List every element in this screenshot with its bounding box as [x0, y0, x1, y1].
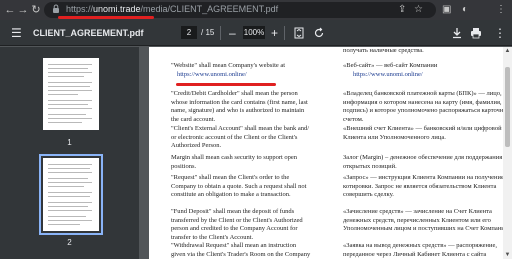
- zoom-in-button[interactable]: +: [271, 26, 278, 40]
- bookmark-star-icon[interactable]: ☆: [414, 3, 423, 17]
- fit-page-icon[interactable]: [293, 27, 305, 39]
- browser-address-bar: ← → ↻ https://unomi.trade/media/CLIENT_A…: [0, 0, 512, 20]
- page-thumbnail-number: 1: [67, 138, 72, 147]
- scroll-up-arrow-icon[interactable]: ▲: [503, 47, 512, 55]
- zoom-level-input[interactable]: 100%: [243, 26, 265, 39]
- definition-cardholder: "Credit/Debit Cardholder" shall mean the…: [171, 90, 308, 123]
- definition-fund-deposit: "Fund Deposit" shall mean the deposit of…: [171, 208, 303, 241]
- page-thumbnail-1[interactable]: [43, 58, 99, 130]
- forward-arrow-icon[interactable]: →: [17, 3, 29, 17]
- ru-website-link[interactable]: https://www.unomi.online/: [353, 71, 423, 80]
- scrollbar-thumb[interactable]: [505, 67, 510, 147]
- ru-definition-website: «Веб-сайт» — веб-сайт Компании: [343, 62, 438, 69]
- url-scheme: https://: [66, 4, 94, 14]
- ru-definition-fund-deposit: «Зачисление средств» — зачисление на Сче…: [343, 208, 510, 233]
- profile-icon[interactable]: ◐: [462, 3, 468, 17]
- download-icon[interactable]: [451, 27, 463, 39]
- definition-external-account: "Client's External Account" shall mean t…: [171, 125, 310, 150]
- definition-withdrawal-request: "Withdrawal Request" shall mean an instr…: [171, 242, 311, 258]
- page-count: / 15: [201, 28, 215, 37]
- url-path: /media/CLIENT_AGREEMENT.pdf: [140, 4, 279, 14]
- url-host: unomi.trade: [93, 4, 141, 14]
- pdf-toolbar: ☰ CLIENT_AGREEMENT.pdf 2 / 15 – 100% + ⋮: [0, 20, 512, 46]
- ru-definition-cardholder: «Владелец банковской платежной карты (БП…: [343, 90, 512, 123]
- ru-cash-line: получать наличные средства.: [343, 47, 424, 54]
- definition-website: "Website" shall mean Company's website a…: [171, 62, 286, 69]
- print-icon[interactable]: [470, 27, 482, 39]
- scroll-down-arrow-icon[interactable]: ▼: [503, 251, 512, 259]
- extensions-icon[interactable]: ▣: [442, 3, 451, 17]
- browser-menu-icon[interactable]: ⋮: [496, 3, 506, 17]
- share-icon[interactable]: ⇪: [398, 3, 406, 17]
- reload-icon[interactable]: ↻: [30, 3, 42, 17]
- definition-request: "Request" shall mean the Client's order …: [171, 174, 307, 199]
- url-highlight-underline: [58, 16, 154, 19]
- url-text[interactable]: https://unomi.trade/media/CLIENT_AGREEME…: [66, 3, 278, 15]
- document-title: CLIENT_AGREEMENT.pdf: [33, 28, 144, 38]
- ru-definition-withdrawal: «Заявка на вывод денежных средств» — рас…: [343, 242, 498, 258]
- toolbar-divider: [220, 26, 221, 40]
- document-viewport: "Website" shall mean Company's website a…: [139, 47, 512, 259]
- zoom-out-button[interactable]: –: [229, 26, 236, 40]
- ru-definition-request: «Запрос» — инструкция Клиента Компании н…: [343, 174, 504, 199]
- vertical-scrollbar[interactable]: ▲ ▼: [503, 47, 512, 259]
- link-highlight-underline: [176, 83, 276, 86]
- thumbnail-sidebar: 1 2: [0, 47, 139, 259]
- sidebar-toggle-icon[interactable]: ☰: [11, 26, 22, 40]
- rotate-icon[interactable]: [313, 27, 325, 39]
- more-actions-icon[interactable]: ⋮: [494, 26, 506, 40]
- site-info-icon[interactable]: [52, 4, 60, 14]
- pdf-page: "Website" shall mean Company's website a…: [149, 47, 512, 259]
- page-number-input[interactable]: 2: [181, 26, 197, 39]
- page-thumbnail-2[interactable]: [39, 154, 103, 235]
- website-link[interactable]: https://www.unomi.online/: [177, 71, 247, 80]
- toolbar-divider: [284, 26, 285, 40]
- definition-margin: Margin shall mean cash security to suppo…: [171, 154, 298, 170]
- ru-definition-margin: Залог (Margin) – денежное обеспечение дл…: [343, 154, 503, 170]
- page-thumbnail-number: 2: [67, 238, 72, 247]
- ru-definition-external-account: «Внешний счет Клиента» — банковский и/ил…: [343, 125, 512, 141]
- back-arrow-icon[interactable]: ←: [4, 3, 16, 17]
